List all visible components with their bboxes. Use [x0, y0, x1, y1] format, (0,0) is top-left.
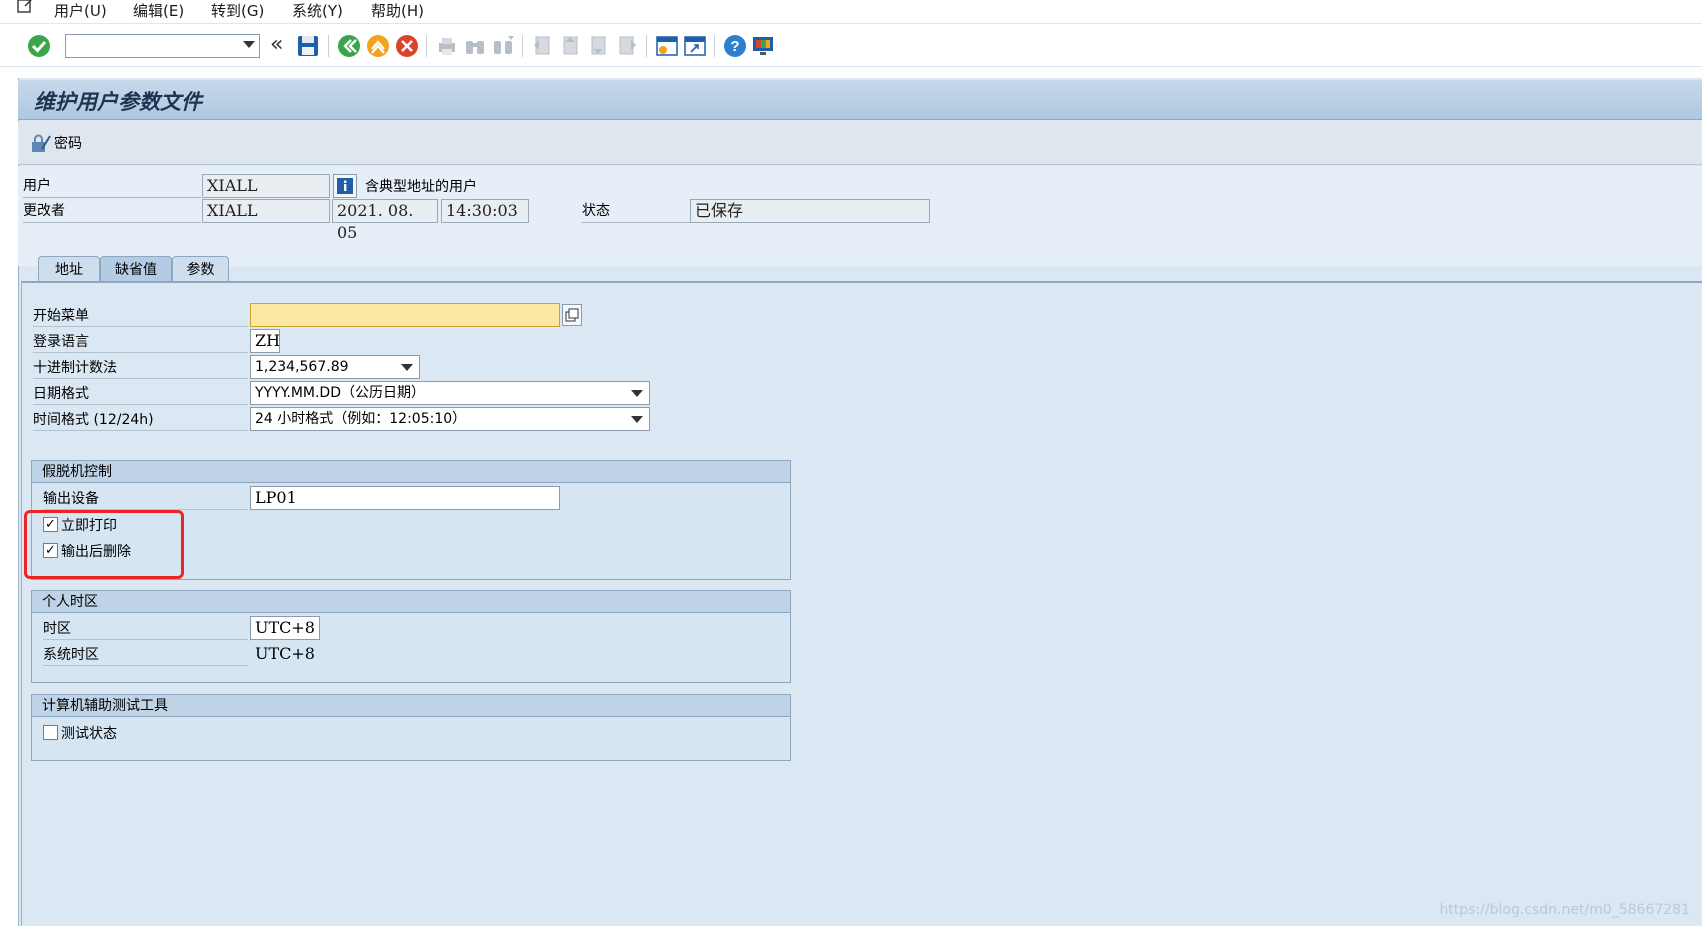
test-status-label: 测试状态: [61, 726, 117, 742]
save-icon[interactable]: [295, 33, 321, 59]
standard-toolbar: « ?: [0, 25, 1702, 67]
logon-language-label: 登录语言: [33, 329, 248, 353]
menu-bar: 用户(U) 编辑(E) 转到(G) 系统(Y) 帮助(H): [0, 0, 1702, 24]
prev-page-icon: [563, 36, 578, 55]
shortcut-icon[interactable]: [682, 33, 708, 59]
changed-by-field: XIALL: [202, 199, 330, 223]
tab-parameters[interactable]: 参数: [172, 256, 229, 283]
logon-language-input[interactable]: ZH: [250, 329, 280, 353]
decimal-notation-select[interactable]: 1,234,567.89: [250, 355, 420, 379]
print-icon: [439, 38, 455, 55]
tab-address[interactable]: 地址: [38, 256, 100, 283]
menu-icon[interactable]: [16, 0, 36, 15]
toolbar-separator: [646, 35, 647, 57]
red-highlight-box: [24, 510, 184, 579]
menu-help[interactable]: 帮助(H): [371, 0, 424, 21]
tab-defaults-label: 缺省值: [115, 262, 157, 278]
first-page-icon: [534, 36, 550, 55]
chevron-down-icon[interactable]: [243, 41, 255, 48]
date-format-value: YYYY.MM.DD（公历日期）: [255, 385, 425, 401]
password-button[interactable]: 密码: [30, 131, 82, 155]
menu-system[interactable]: 系统(Y): [292, 0, 343, 21]
svg-text:?: ?: [730, 38, 739, 55]
application-toolbar: 密码: [18, 121, 1702, 165]
menu-goto[interactable]: 转到(G): [211, 0, 264, 21]
date-format-label: 日期格式: [33, 381, 248, 405]
status-field: 已保存: [690, 199, 930, 223]
personal-timezone-title: 个人时区: [32, 591, 790, 613]
user-info-text: 含典型地址的用户: [365, 179, 477, 195]
help-icon[interactable]: ?: [722, 33, 748, 59]
time-format-value: 24 小时格式（例如：12:05:10）: [255, 411, 467, 427]
watermark-text: https://blog.csdn.net/m0_58667281: [1439, 902, 1690, 918]
user-field: XIALL: [202, 174, 330, 198]
status-label: 状态: [582, 199, 690, 223]
next-page-icon: [591, 36, 606, 55]
menu-user[interactable]: 用户(U): [54, 0, 107, 21]
start-menu-input[interactable]: [250, 303, 560, 327]
tab-address-label: 地址: [55, 262, 83, 278]
cancel-icon[interactable]: [394, 33, 420, 59]
system-timezone-label: 系统时区: [43, 642, 248, 666]
user-label: 用户: [23, 174, 201, 198]
start-menu-lookup-button[interactable]: [562, 304, 582, 326]
change-password-icon: [32, 134, 51, 152]
enter-icon[interactable]: [26, 33, 52, 59]
find-next-icon: [494, 36, 514, 54]
changed-time-field: 14:30:03: [441, 199, 529, 223]
time-format-select[interactable]: 24 小时格式（例如：12:05:10）: [250, 407, 650, 431]
tab-defaults[interactable]: 缺省值: [100, 256, 172, 283]
catt-title: 计算机辅助测试工具: [32, 695, 790, 717]
changed-date-field: 2021. 08. 05: [332, 199, 438, 242]
time-format-label: 时间格式 (12/24h): [33, 407, 248, 431]
start-menu-label: 开始菜单: [33, 303, 248, 327]
exit-icon[interactable]: [365, 33, 391, 59]
output-device-value: LP01: [255, 488, 297, 507]
chevron-down-icon[interactable]: [631, 416, 643, 423]
timezone-input[interactable]: UTC+8: [250, 616, 320, 640]
copy-icon: [565, 308, 579, 322]
toolbar-separator: [522, 35, 523, 57]
chevron-down-icon[interactable]: [401, 364, 413, 371]
create-session-icon[interactable]: [654, 33, 680, 59]
decimal-notation-label: 十进制计数法: [33, 355, 248, 379]
password-button-label: 密码: [54, 136, 82, 152]
info-button[interactable]: [333, 174, 357, 198]
timezone-value: UTC+8: [255, 618, 315, 637]
output-device-label: 输出设备: [43, 486, 248, 510]
info-icon: [337, 178, 353, 194]
page-title: 维护用户参数文件: [34, 89, 202, 114]
tab-parameters-label: 参数: [186, 262, 215, 278]
timezone-label: 时区: [43, 616, 248, 640]
test-status-checkbox[interactable]: [43, 725, 58, 740]
back-icon[interactable]: [336, 33, 362, 59]
menu-edit[interactable]: 编辑(E): [133, 0, 184, 21]
toolbar-separator: [714, 35, 715, 57]
collapse-command-icon[interactable]: «: [270, 32, 283, 57]
logon-language-value: ZH: [255, 331, 281, 350]
decimal-notation-value: 1,234,567.89: [255, 359, 349, 375]
changed-by-label: 更改者: [23, 199, 201, 223]
output-device-input[interactable]: LP01: [250, 486, 560, 510]
last-page-icon: [619, 36, 636, 55]
customize-layout-icon[interactable]: [750, 33, 776, 59]
system-timezone-value: UTC+8: [255, 644, 315, 663]
find-icon: [466, 41, 484, 54]
catt-group: 计算机辅助测试工具: [31, 694, 791, 761]
date-format-select[interactable]: YYYY.MM.DD（公历日期）: [250, 381, 650, 405]
chevron-down-icon[interactable]: [631, 390, 643, 397]
command-field[interactable]: [65, 34, 260, 58]
title-bar: 维护用户参数文件: [18, 80, 1702, 120]
toolbar-separator: [328, 35, 329, 57]
spool-control-title: 假脱机控制: [32, 461, 790, 483]
toolbar-separator: [426, 35, 427, 57]
